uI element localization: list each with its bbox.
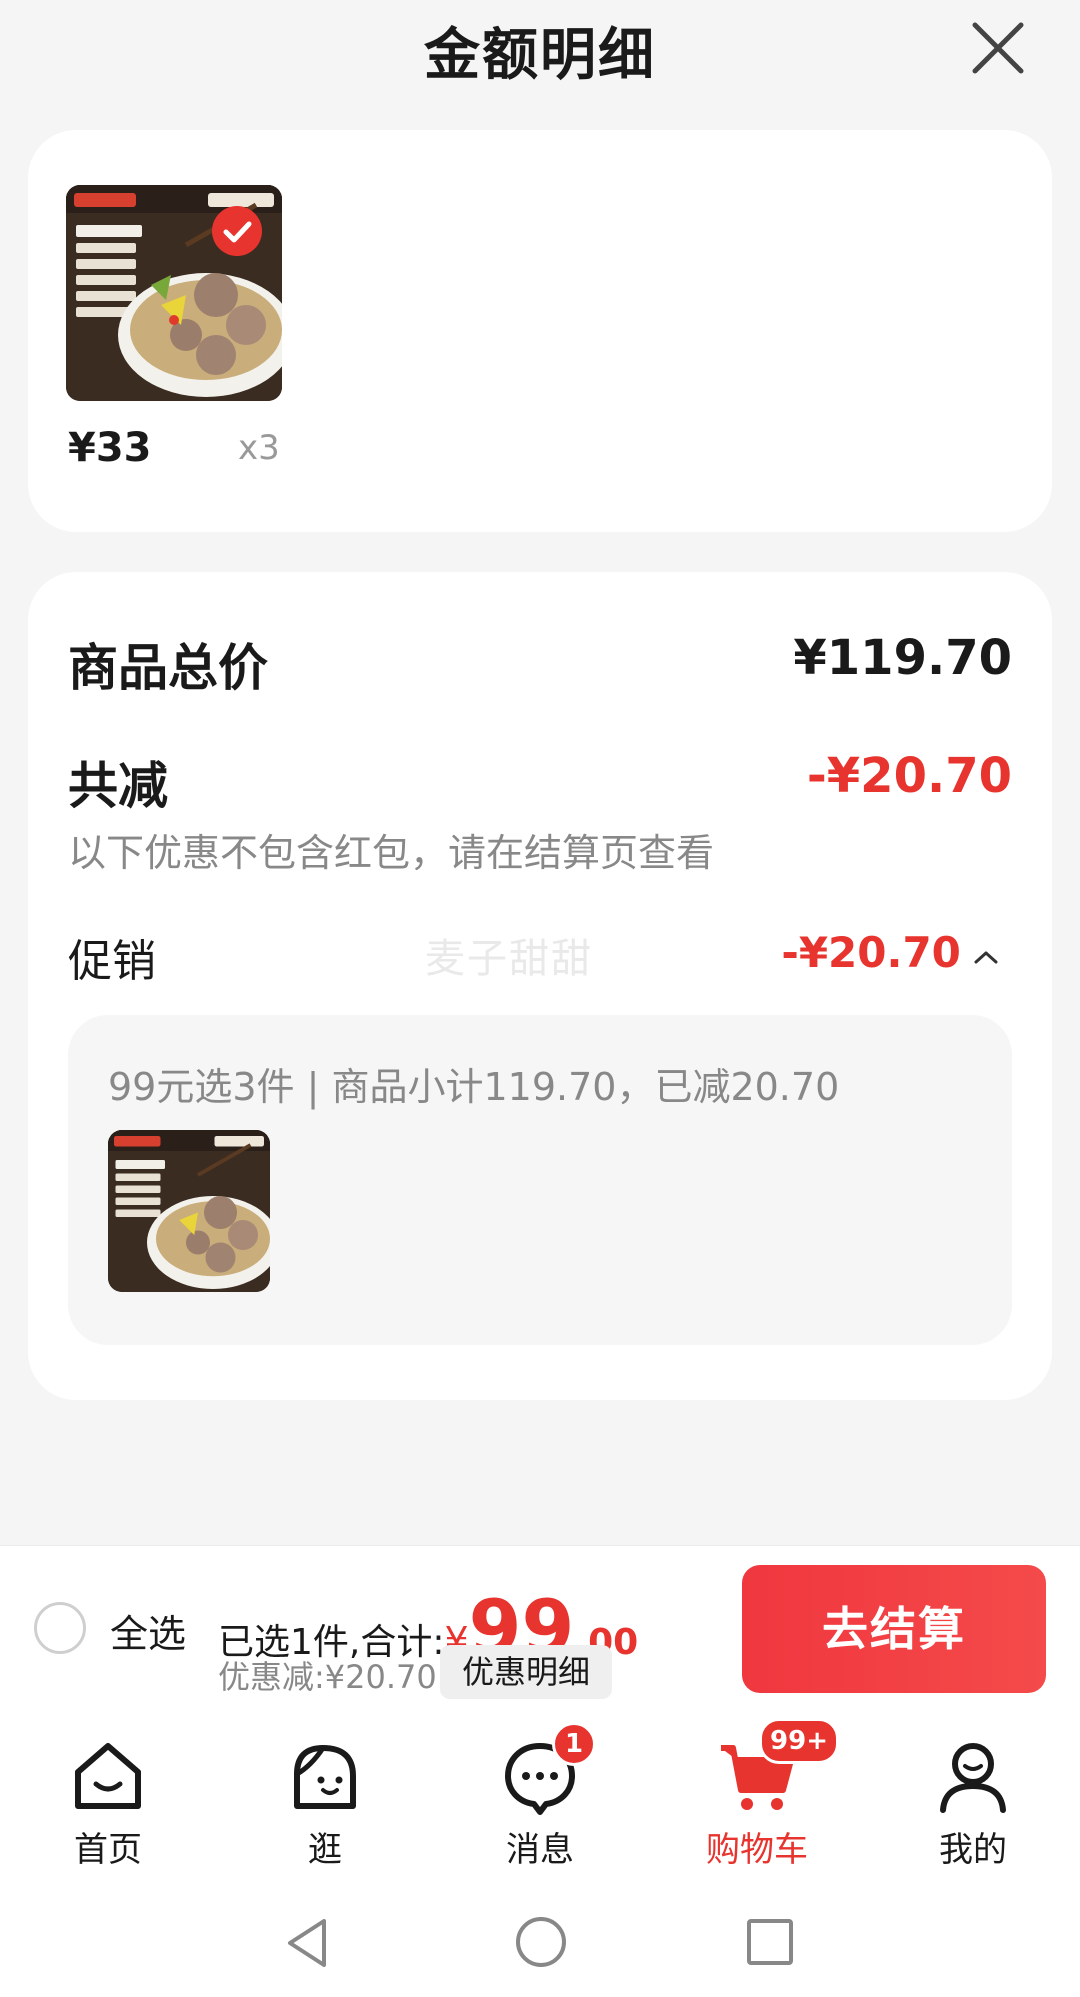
- selected-check-badge[interactable]: [212, 206, 262, 256]
- home-icon: [75, 1743, 141, 1809]
- chevron-up-icon: [974, 951, 998, 964]
- total-value: ¥119.70: [793, 630, 1012, 686]
- promo-detail-text: 99元选3件 | 商品小计119.70，已减20.70: [108, 1065, 840, 1109]
- page-title: 金额明细: [424, 23, 656, 88]
- cart-badge: 99+: [759, 1718, 839, 1764]
- tab-label: 我的: [939, 1830, 1007, 1870]
- checkout-button[interactable]: 去结算: [742, 1565, 1046, 1693]
- reduction-value: -¥20.70: [806, 748, 1012, 804]
- watermark: 麦子甜甜: [425, 936, 593, 982]
- tab-browse[interactable]: 逛: [245, 1730, 405, 1880]
- tab-home[interactable]: 首页: [28, 1730, 188, 1880]
- check-icon: [223, 221, 252, 243]
- tab-profile[interactable]: 我的: [893, 1730, 1053, 1880]
- profile-icon: [940, 1743, 1006, 1813]
- promo-value: -¥20.70: [781, 928, 961, 977]
- promo-product-image[interactable]: [108, 1130, 270, 1292]
- select-all-radio[interactable]: [34, 1602, 86, 1654]
- discount-detail-button[interactable]: 优惠明细: [440, 1645, 612, 1699]
- total-label: 商品总价: [68, 639, 268, 697]
- product-price: ¥33: [68, 425, 152, 471]
- reduction-label: 共减: [68, 757, 168, 815]
- tab-label: 首页: [74, 1830, 142, 1870]
- home-nav-icon[interactable]: [513, 1914, 569, 1970]
- tab-label: 逛: [308, 1830, 342, 1870]
- reduction-note: 以下优惠不包含红包，请在结算页查看: [68, 831, 715, 875]
- tab-label: 消息: [506, 1830, 574, 1870]
- message-badge: 1: [552, 1722, 596, 1766]
- close-icon: [972, 22, 1024, 74]
- browse-icon: [294, 1745, 356, 1809]
- select-all-label[interactable]: 全选: [110, 1603, 186, 1658]
- promo-toggle[interactable]: -¥20.70: [700, 928, 1000, 977]
- tab-messages[interactable]: 1 消息: [460, 1722, 620, 1880]
- tab-cart[interactable]: 99+ 购物车: [677, 1718, 839, 1880]
- back-nav-icon[interactable]: [282, 1915, 334, 1971]
- discount-text: 优惠减:¥20.70: [218, 1658, 437, 1696]
- recents-nav-icon[interactable]: [744, 1916, 796, 1968]
- promo-label: 促销: [68, 936, 156, 987]
- tab-label: 购物车: [706, 1830, 808, 1870]
- close-button[interactable]: [965, 15, 1031, 81]
- product-quantity: x3: [238, 428, 280, 468]
